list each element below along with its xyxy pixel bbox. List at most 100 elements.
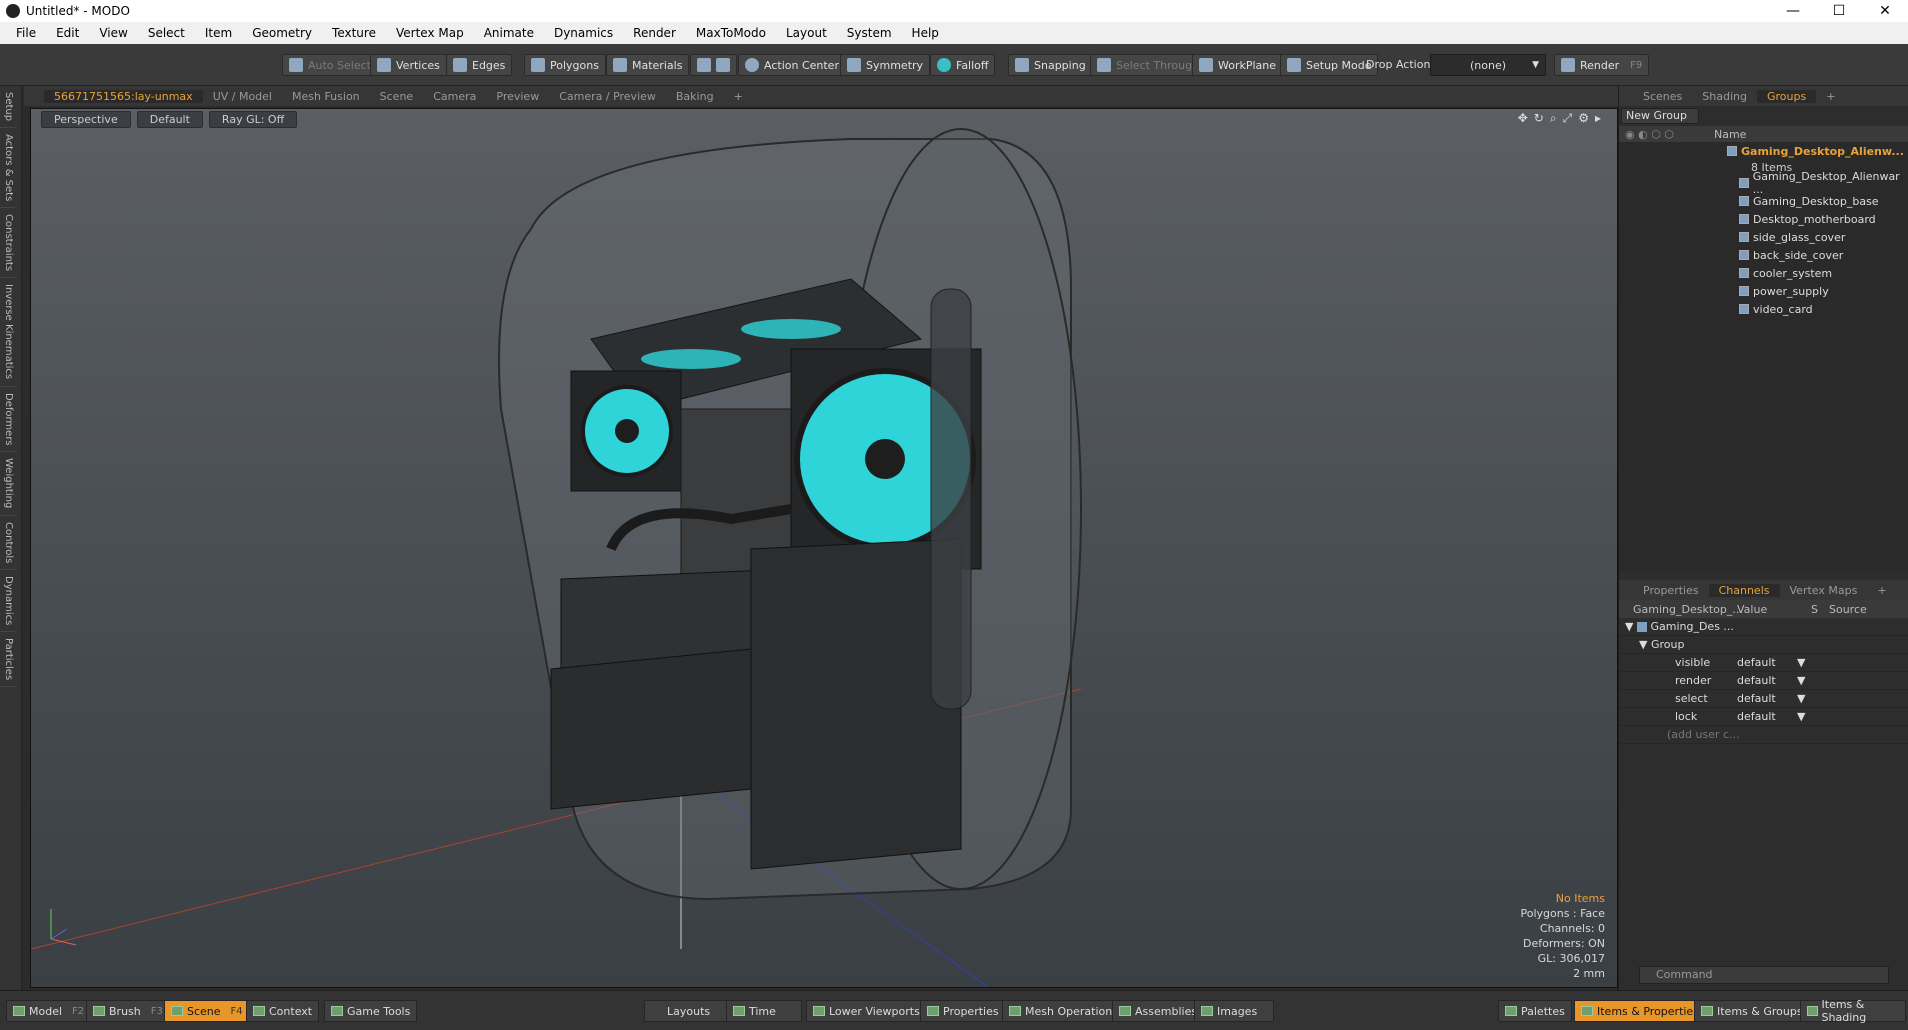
minimize-button[interactable]: — bbox=[1770, 0, 1816, 22]
tab-uv-model[interactable]: UV / Model bbox=[203, 90, 282, 103]
channel-row[interactable]: select default ▼ bbox=[1619, 690, 1908, 708]
maximize-button[interactable]: ☐ bbox=[1816, 0, 1862, 22]
add-tab-button[interactable]: + bbox=[724, 90, 753, 103]
tab-setup[interactable]: Setup bbox=[0, 86, 17, 129]
chevron-down-icon[interactable]: ▼ bbox=[1797, 692, 1805, 705]
chevron-down-icon[interactable]: ▼ bbox=[1797, 710, 1805, 723]
vertices-button[interactable]: Vertices bbox=[370, 54, 447, 76]
add-scene-tab[interactable]: + bbox=[1816, 90, 1845, 103]
tab-camera-preview[interactable]: Camera / Preview bbox=[549, 90, 666, 103]
new-group-button[interactable]: New Group bbox=[1621, 108, 1699, 124]
tab-camera[interactable]: Camera bbox=[423, 90, 486, 103]
tab-scene[interactable]: Scene bbox=[370, 90, 424, 103]
list-item[interactable]: Gaming_Desktop_base bbox=[1619, 192, 1908, 210]
tab-controls[interactable]: Controls bbox=[0, 516, 17, 570]
tab-vertex-maps[interactable]: Vertex Maps bbox=[1780, 584, 1868, 597]
menu-texture[interactable]: Texture bbox=[322, 26, 386, 40]
list-item[interactable]: back_side_cover bbox=[1619, 246, 1908, 264]
items-properties-button[interactable]: Items & Properties bbox=[1574, 1000, 1706, 1022]
menu-dynamics[interactable]: Dynamics bbox=[544, 26, 623, 40]
setup-mode-button[interactable]: Setup Mode bbox=[1280, 54, 1379, 76]
context-button[interactable]: Context bbox=[246, 1000, 320, 1022]
drop-action-select[interactable]: (none) ▼ bbox=[1430, 54, 1546, 76]
assemblies-button[interactable]: Assemblies bbox=[1112, 1000, 1205, 1022]
tab-channels[interactable]: Channels bbox=[1708, 583, 1780, 597]
mesh-operations-button[interactable]: Mesh Operations bbox=[1002, 1000, 1125, 1022]
menu-view[interactable]: View bbox=[89, 26, 137, 40]
channel-value[interactable]: default bbox=[1737, 674, 1797, 687]
tab-groups[interactable]: Groups bbox=[1756, 89, 1817, 103]
chevron-down-icon[interactable]: ▼ bbox=[1797, 674, 1805, 687]
tab-inverse-kinematics[interactable]: Inverse Kinematics bbox=[0, 278, 17, 387]
menu-item[interactable]: Item bbox=[195, 26, 242, 40]
menu-animate[interactable]: Animate bbox=[474, 26, 544, 40]
3d-viewport[interactable]: Perspective Default Ray GL: Off ✥ ↻ ⌕ ⤢ … bbox=[30, 108, 1618, 988]
group-row[interactable]: Gaming_Desktop_Alienw... bbox=[1619, 142, 1908, 160]
items-shading-button[interactable]: Items & Shading bbox=[1800, 998, 1906, 1024]
menu-render[interactable]: Render bbox=[623, 26, 686, 40]
channel-row[interactable]: visible default ▼ bbox=[1619, 654, 1908, 672]
materials-button[interactable]: Materials bbox=[606, 54, 690, 76]
workplane-button[interactable]: WorkPlane bbox=[1192, 54, 1284, 76]
lower-viewports-button[interactable]: Lower Viewports bbox=[806, 1000, 927, 1022]
game-tools-button[interactable]: Game Tools bbox=[324, 1000, 418, 1022]
channel-group-row[interactable]: ▼ Group bbox=[1619, 636, 1908, 654]
items-groups-button[interactable]: Items & Groups bbox=[1694, 1000, 1810, 1022]
menu-file[interactable]: File bbox=[6, 26, 46, 40]
scene-button[interactable]: Scene F4 bbox=[164, 1000, 250, 1022]
tab-dynamics[interactable]: Dynamics bbox=[0, 570, 17, 633]
chevron-down-icon[interactable]: ▼ bbox=[1797, 656, 1805, 669]
palettes-button[interactable]: Palettes bbox=[1498, 1000, 1572, 1022]
tab-layout-unmax[interactable]: 56671751565:lay-unmax bbox=[44, 89, 203, 103]
auto-select-button[interactable]: Auto Select bbox=[282, 54, 378, 76]
tab-deformers[interactable]: Deformers bbox=[0, 387, 17, 453]
select-through-button[interactable]: Select Through bbox=[1090, 54, 1207, 76]
brush-button[interactable]: Brush F3 bbox=[86, 1000, 170, 1022]
time-button[interactable]: Time bbox=[726, 1000, 802, 1022]
tab-weighting[interactable]: Weighting bbox=[0, 452, 17, 516]
menu-geometry[interactable]: Geometry bbox=[242, 26, 322, 40]
list-item[interactable]: power_supply bbox=[1619, 282, 1908, 300]
menu-system[interactable]: System bbox=[837, 26, 902, 40]
menu-maxtomodo[interactable]: MaxToModo bbox=[686, 26, 776, 40]
tab-particles[interactable]: Particles bbox=[0, 632, 17, 688]
action-center-button[interactable]: Action Center bbox=[738, 54, 846, 76]
layouts-button[interactable]: Layouts bbox=[644, 1000, 734, 1022]
render-button[interactable]: Render F9 bbox=[1554, 54, 1650, 76]
add-user-channel[interactable]: (add user c... bbox=[1619, 726, 1908, 744]
command-input[interactable]: Command bbox=[1639, 966, 1889, 984]
channel-row[interactable]: render default ▼ bbox=[1619, 672, 1908, 690]
snapping-button[interactable]: Snapping bbox=[1008, 54, 1093, 76]
model-button[interactable]: Model F2 bbox=[6, 1000, 92, 1022]
tab-constraints[interactable]: Constraints bbox=[0, 208, 17, 279]
channel-value[interactable]: default bbox=[1737, 656, 1797, 669]
menu-layout[interactable]: Layout bbox=[776, 26, 837, 40]
images-button[interactable]: Images bbox=[1194, 1000, 1274, 1022]
menu-select[interactable]: Select bbox=[138, 26, 195, 40]
polygons-button[interactable]: Polygons bbox=[524, 54, 606, 76]
view-options-button[interactable] bbox=[690, 54, 737, 76]
channel-root-row[interactable]: ▼ Gaming_Des ... bbox=[1619, 618, 1908, 636]
list-item[interactable]: Gaming_Desktop_Alienwar ... bbox=[1619, 170, 1908, 196]
list-item[interactable]: cooler_system bbox=[1619, 264, 1908, 282]
list-item[interactable]: video_card bbox=[1619, 300, 1908, 318]
list-item[interactable]: side_glass_cover bbox=[1619, 228, 1908, 246]
tab-properties[interactable]: Properties bbox=[1633, 584, 1709, 597]
add-properties-tab[interactable]: + bbox=[1867, 584, 1896, 597]
list-item[interactable]: Desktop_motherboard bbox=[1619, 210, 1908, 228]
channel-value[interactable]: default bbox=[1737, 692, 1797, 705]
menu-edit[interactable]: Edit bbox=[46, 26, 89, 40]
tab-actors-sets[interactable]: Actors & Sets bbox=[0, 128, 17, 209]
edges-button[interactable]: Edges bbox=[446, 54, 513, 76]
channel-value[interactable]: default bbox=[1737, 710, 1797, 723]
tab-baking[interactable]: Baking bbox=[666, 90, 724, 103]
tab-preview[interactable]: Preview bbox=[486, 90, 549, 103]
properties-button[interactable]: Properties bbox=[920, 1000, 1006, 1022]
close-button[interactable]: ✕ bbox=[1862, 0, 1908, 22]
channel-row[interactable]: lock default ▼ bbox=[1619, 708, 1908, 726]
falloff-button[interactable]: Falloff bbox=[930, 54, 996, 76]
menu-vertex-map[interactable]: Vertex Map bbox=[386, 26, 474, 40]
tab-shading[interactable]: Shading bbox=[1692, 90, 1757, 103]
tab-scenes[interactable]: Scenes bbox=[1633, 90, 1692, 103]
tab-mesh-fusion[interactable]: Mesh Fusion bbox=[282, 90, 370, 103]
